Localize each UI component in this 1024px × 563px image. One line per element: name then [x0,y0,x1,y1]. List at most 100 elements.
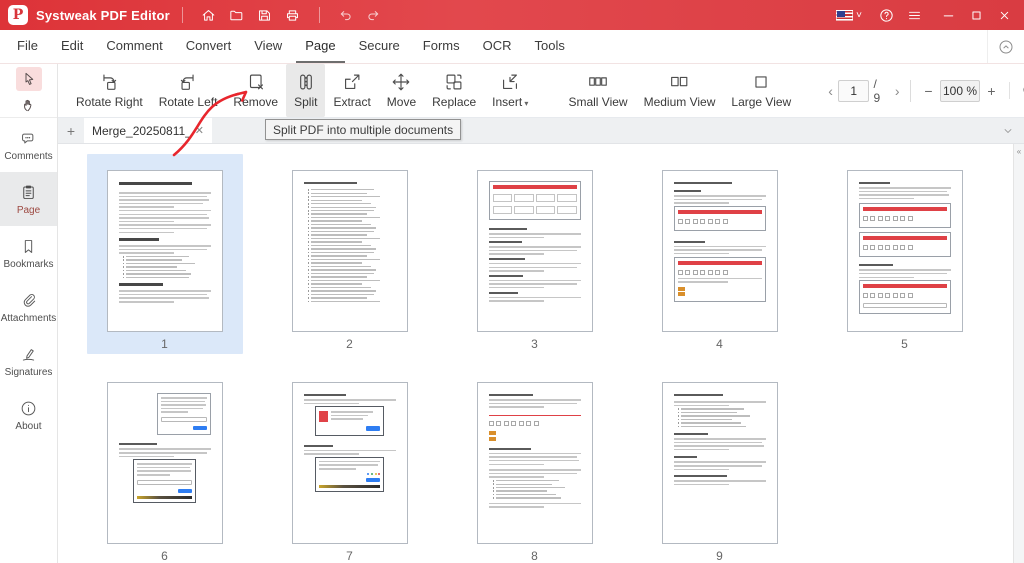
comments-icon [22,133,34,143]
page-thumbnail-9[interactable]: 9 [642,366,798,563]
menu-item-file[interactable]: File [8,30,47,63]
zoom-out-button[interactable]: − [917,83,939,99]
small-view-icon [589,77,607,86]
rotate-left-icon [180,74,194,90]
undo-icon [341,10,351,20]
thumbnail-cell: 4 [627,154,812,354]
new-tab-button[interactable]: + [58,118,84,143]
hand-tool-button[interactable] [16,93,42,117]
tab-label: Merge_20250811_... [92,123,189,138]
menu-item-secure[interactable]: Secure [350,30,409,63]
collapse-ribbon-button[interactable] [987,30,1024,63]
button-label: Extract [333,95,371,109]
zoom-level-input[interactable]: 100 % [939,79,981,102]
pdf-editor-window: P Systweak PDF Editor ˅ File Edit Comment C… [0,0,1024,563]
page-thumbnail-2[interactable]: 2 [272,154,428,354]
redo-button[interactable] [360,2,388,28]
panel-collapse-rail[interactable]: « [1013,144,1024,563]
titlebar-separator [181,7,183,23]
sidebar-item-attachments[interactable]: Attachments [0,280,57,334]
page-preview[interactable] [661,382,778,544]
page-thumbnail-4[interactable]: 4 [642,154,798,354]
page-preview[interactable] [291,170,408,332]
prev-page-button[interactable]: ‹ [823,83,838,99]
minimize-button[interactable] [934,2,962,28]
search-button[interactable] [1008,82,1024,99]
page-number-label: 1 [161,337,168,351]
split-button[interactable]: Split [286,64,326,117]
titlebar-separator [318,7,320,23]
next-page-button[interactable]: › [890,83,905,99]
remove-icon [249,74,263,90]
insert-button[interactable]: Insert ▾ [484,64,536,117]
language-selector[interactable]: ˅ [834,2,872,28]
page-thumbnail-6[interactable]: 6 [87,366,243,563]
sidebar-item-bookmarks[interactable]: Bookmarks [0,226,57,280]
page-number-label: 4 [716,337,723,351]
page-thumbnail-1[interactable]: 1 [86,154,243,354]
print-icon [287,9,299,21]
close-button[interactable] [990,2,1018,28]
thumbnail-panel: 1 2 3 4 5 6 7 8 9 « [58,144,1024,563]
medium-view-button[interactable]: Medium View [636,64,724,117]
page-thumbnail-7[interactable]: 7 [272,366,428,563]
button-label: Small View [568,95,628,109]
large-view-button[interactable]: Large View [723,64,799,117]
tab-close-icon[interactable]: ✕ [195,124,204,137]
page-preview[interactable] [476,382,593,544]
page-thumbnail-3[interactable]: 3 [457,154,613,354]
home-icon [203,9,215,21]
tabbar: + Merge_20250811_... ✕ [58,118,1024,144]
collapse-ribbon-icon [999,40,1013,53]
chevron-down-icon [1004,128,1012,133]
menu-item-edit[interactable]: Edit [52,30,92,63]
open-folder-button[interactable] [223,2,251,28]
maximize-button[interactable] [962,2,990,28]
page-preview[interactable] [106,170,223,332]
cursor-tool-button[interactable] [15,67,42,91]
save-button[interactable] [251,2,279,28]
page-thumbnail-8[interactable]: 8 [457,366,613,563]
page-thumbnail-5[interactable]: 5 [827,154,983,354]
sidebar-item-page[interactable]: Page [0,172,57,226]
tab-list-button[interactable] [992,118,1024,143]
sidebar-item-signatures[interactable]: Signatures [0,334,57,388]
sidebar-item-about[interactable]: About [0,388,57,442]
menu-item-forms[interactable]: Forms [414,30,469,63]
remove-button[interactable]: Remove [225,64,286,117]
home-button[interactable] [195,2,223,28]
menu-item-convert[interactable]: Convert [177,30,241,63]
page-preview[interactable] [106,382,223,544]
menu-item-ocr[interactable]: OCR [474,30,521,63]
zoom-in-button[interactable]: + [980,83,1002,99]
button-label: Rotate Left [158,95,218,109]
small-view-button[interactable]: Small View [560,64,635,117]
split-icon [299,74,312,90]
page-number-label: 9 [716,549,723,563]
hamburger-menu-button[interactable] [900,2,928,28]
undo-button[interactable] [332,2,360,28]
extract-icon [345,74,360,89]
menu-item-page[interactable]: Page [296,30,345,63]
rotate-right-button[interactable]: Rotate Right [68,64,151,117]
page-preview[interactable] [476,170,593,332]
move-icon [393,73,410,91]
page-preview[interactable] [661,170,778,332]
thumbnail-cell: 1 [72,154,257,354]
move-button[interactable]: Move [379,64,424,117]
extract-button[interactable]: Extract [325,64,378,117]
menu-item-tools[interactable]: Tools [526,30,574,63]
page-preview[interactable] [846,170,963,332]
menu-item-comment[interactable]: Comment [97,30,171,63]
chevron-down-icon: ▾ [522,99,529,108]
sidebar-item-comments[interactable]: Comments [0,118,57,172]
replace-button[interactable]: Replace [424,64,484,117]
print-button[interactable] [279,2,307,28]
thumbnail-cell: 7 [257,366,442,563]
document-tab[interactable]: Merge_20250811_... ✕ [84,118,212,143]
rotate-left-button[interactable]: Rotate Left [151,64,226,117]
page-number-input[interactable]: 1 [837,79,870,102]
menu-item-view[interactable]: View [245,30,291,63]
help-button[interactable] [872,2,900,28]
page-preview[interactable] [291,382,408,544]
